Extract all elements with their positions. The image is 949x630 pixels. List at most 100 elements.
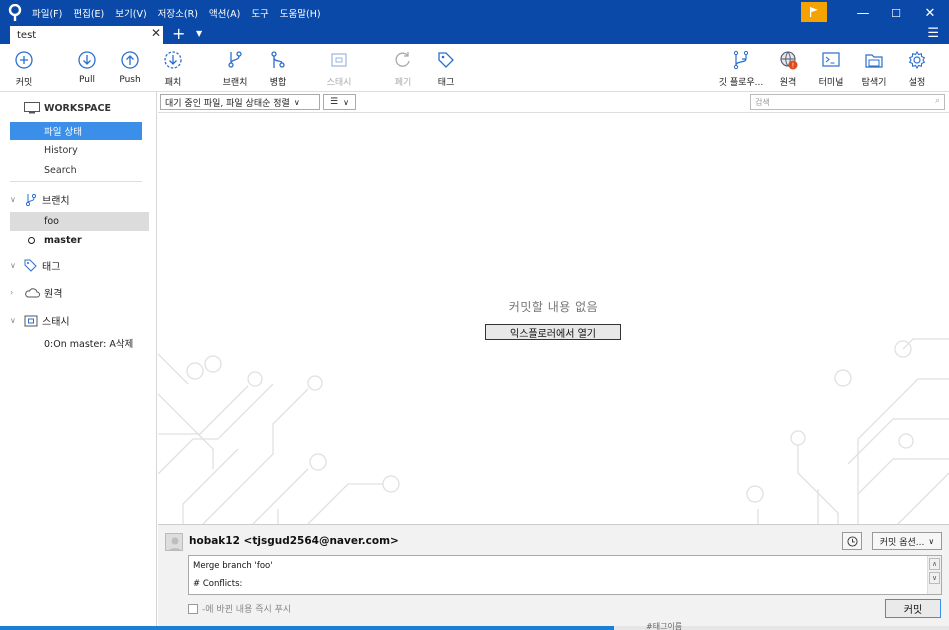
- remotes-title: 원격: [44, 289, 63, 300]
- pull-icon: [78, 51, 96, 69]
- close-button[interactable]: ✕: [913, 0, 947, 26]
- clock-icon: [846, 535, 858, 547]
- branch-icon: [25, 193, 37, 206]
- terminal-label: 터미널: [818, 78, 844, 88]
- workspace-item-history[interactable]: History: [10, 141, 142, 159]
- tag-button[interactable]: 태그: [424, 50, 468, 88]
- explorer-button[interactable]: 탐색기: [852, 50, 896, 88]
- monitor-icon: [24, 102, 40, 114]
- flag-button[interactable]: [801, 2, 827, 22]
- sidebar-divider: [10, 181, 142, 182]
- push-icon: [121, 51, 139, 69]
- branch-button[interactable]: 브랜치: [213, 50, 257, 88]
- commit-options-label: 커밋 옵션...: [879, 537, 925, 548]
- discard-label: 폐기: [394, 78, 412, 88]
- gitflow-icon: [733, 50, 749, 70]
- branch-item-foo[interactable]: foo: [10, 212, 149, 231]
- globe-icon: !: [780, 51, 798, 70]
- chevron-down-icon: ∨: [10, 316, 16, 325]
- background-taskbar-strip: [0, 626, 614, 630]
- menu-view[interactable]: 보기(V): [115, 6, 146, 20]
- stash-icon: [24, 315, 38, 326]
- push-immediately-option[interactable]: -에 바뀐 내용 즉시 푸시: [188, 602, 291, 615]
- chevron-down-icon: ∨: [343, 97, 349, 107]
- gitflow-label: 깃 플로우...: [718, 78, 764, 88]
- commit-message-line: Merge branch 'foo': [193, 561, 273, 571]
- pull-button[interactable]: Pull: [65, 50, 109, 85]
- commit-panel: hobak12 <tjsgud2564@naver.com> 커밋 옵션... …: [158, 524, 949, 626]
- branch-item-master[interactable]: master: [10, 231, 149, 250]
- pull-label: Pull: [79, 75, 95, 85]
- cloud-icon: [25, 287, 40, 297]
- tab-label: test: [17, 29, 37, 41]
- maximize-button[interactable]: ☐: [879, 0, 913, 26]
- folder-icon: [865, 54, 883, 68]
- tags-section-header[interactable]: ∨ 태그: [10, 258, 60, 273]
- remote-badge: !: [792, 63, 794, 70]
- scroll-up-icon[interactable]: ∧: [929, 558, 940, 570]
- tab-test[interactable]: test ✕: [10, 26, 163, 44]
- add-tab-icon[interactable]: +: [172, 24, 185, 43]
- menu-help[interactable]: 도움말(H): [280, 6, 321, 20]
- merge-button[interactable]: 병합: [256, 50, 300, 88]
- gitflow-button[interactable]: 깃 플로우...: [717, 50, 765, 88]
- fetch-label: 패치: [164, 78, 182, 88]
- chevron-down-icon: ∨: [10, 195, 16, 204]
- open-in-explorer-button[interactable]: 익스플로러에서 열기: [485, 324, 621, 340]
- tag-icon: [24, 259, 37, 272]
- stash-button[interactable]: 스태시: [317, 50, 361, 88]
- stashes-section-header[interactable]: ∨ 스태시: [10, 313, 70, 328]
- search-icon: ⌕: [934, 96, 940, 106]
- stash-label: 스태시: [326, 78, 352, 88]
- commit-toolbar-button[interactable]: 커밋: [2, 50, 46, 88]
- file-filter-label: 대기 중인 파일, 파일 상태순 정렬: [165, 98, 290, 109]
- branches-title: 브랜치: [42, 196, 70, 207]
- branch-label: 브랜치: [222, 78, 248, 88]
- tab-close-icon[interactable]: ✕: [151, 26, 161, 40]
- toolbar: 커밋 Pull Push 패치 브랜치 병합 스태시 폐기 태그 깃 플로우..…: [0, 44, 949, 92]
- commit-button[interactable]: 커밋: [885, 599, 941, 618]
- commit-label: 커밋: [15, 78, 33, 88]
- tags-title: 태그: [42, 262, 61, 273]
- chevron-down-icon: ∨: [10, 261, 16, 270]
- minimize-button[interactable]: —: [846, 0, 880, 26]
- push-immediately-checkbox[interactable]: [188, 603, 198, 614]
- scroll-down-icon[interactable]: ∨: [929, 572, 940, 584]
- tab-strip: test ✕ + ▼ ☰: [0, 24, 949, 44]
- terminal-button[interactable]: 터미널: [809, 50, 853, 88]
- view-mode-dropdown[interactable]: ☰ ∨: [323, 94, 356, 110]
- settings-button[interactable]: 설정: [895, 50, 939, 88]
- workspace-header: WORKSPACE: [24, 102, 111, 114]
- empty-state-message: 커밋할 내용 없음: [508, 300, 599, 314]
- push-immediately-label: -에 바뀐 내용 즉시 푸시: [202, 605, 292, 615]
- commit-message-input[interactable]: Merge branch 'foo' # Conflicts: ∧ ∨: [188, 555, 942, 595]
- search-input[interactable]: 검색 ⌕: [750, 94, 945, 110]
- commit-history-button[interactable]: [842, 532, 862, 550]
- tab-dropdown-icon[interactable]: ▼: [196, 29, 202, 38]
- stash-icon: [331, 53, 347, 67]
- merge-label: 병합: [269, 78, 287, 88]
- remotes-section-header[interactable]: › 원격: [10, 285, 62, 300]
- remote-label: 원격: [779, 78, 797, 88]
- hamburger-menu-icon[interactable]: ☰: [927, 26, 939, 41]
- remote-button[interactable]: ! 원격: [766, 50, 810, 88]
- workspace-item-file-status[interactable]: 파일 상태: [10, 122, 142, 140]
- push-button[interactable]: Push: [108, 50, 152, 85]
- file-filter-dropdown[interactable]: 대기 중인 파일, 파일 상태순 정렬 ∨: [160, 94, 320, 110]
- stash-item[interactable]: 0:On master: A삭제: [10, 333, 149, 352]
- menu-file[interactable]: 파일(F): [32, 6, 62, 20]
- fetch-button[interactable]: 패치: [151, 50, 195, 88]
- menu-repository[interactable]: 저장소(R): [158, 6, 198, 20]
- menu-actions[interactable]: 액션(A): [209, 6, 240, 20]
- branch-item-label: master: [44, 235, 82, 246]
- background-window-text: #태그이름: [646, 622, 683, 630]
- workspace-item-search[interactable]: Search: [10, 161, 142, 179]
- list-view-icon: ☰: [330, 97, 339, 107]
- tag-label: 태그: [437, 78, 455, 88]
- branches-section-header[interactable]: ∨ 브랜치: [10, 192, 70, 207]
- discard-button[interactable]: 폐기: [381, 50, 425, 88]
- menu-tools[interactable]: 도구: [251, 6, 268, 20]
- commit-options-dropdown[interactable]: 커밋 옵션... ∨: [872, 532, 942, 550]
- commit-message-scrollbar[interactable]: ∧ ∨: [927, 556, 941, 594]
- menu-edit[interactable]: 편집(E): [73, 6, 104, 20]
